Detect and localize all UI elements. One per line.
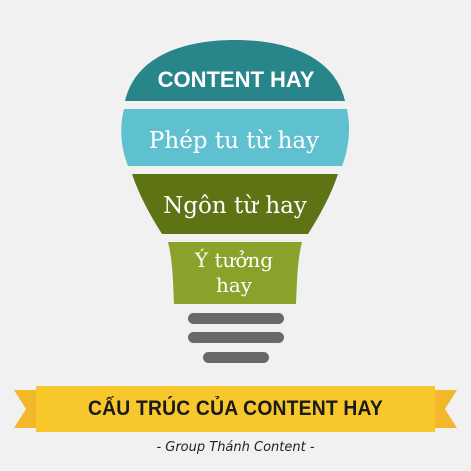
base-stripe-3 xyxy=(203,352,269,363)
layer-phep-tu-tu-hay-label: Phép tu từ hay xyxy=(149,128,319,154)
ribbon-title: CẤU TRÚC CỦA CONTENT HAY xyxy=(88,397,383,420)
layer-ngon-tu-hay-label: Ngôn từ hay xyxy=(163,193,307,219)
base-stripe-1 xyxy=(188,313,284,324)
layer-y-tuong-hay-label-line1: Ý tưởng xyxy=(194,248,273,272)
layer-content-hay-label: CONTENT HAY xyxy=(158,67,315,92)
base-stripe-2 xyxy=(188,332,284,343)
infographic-canvas: CONTENT HAY Phép tu từ hay Ngôn từ hay Ý… xyxy=(0,0,471,471)
layer-y-tuong-hay-label-line2: hay xyxy=(216,273,253,297)
footer-credit: - Group Thánh Content - xyxy=(156,440,315,455)
